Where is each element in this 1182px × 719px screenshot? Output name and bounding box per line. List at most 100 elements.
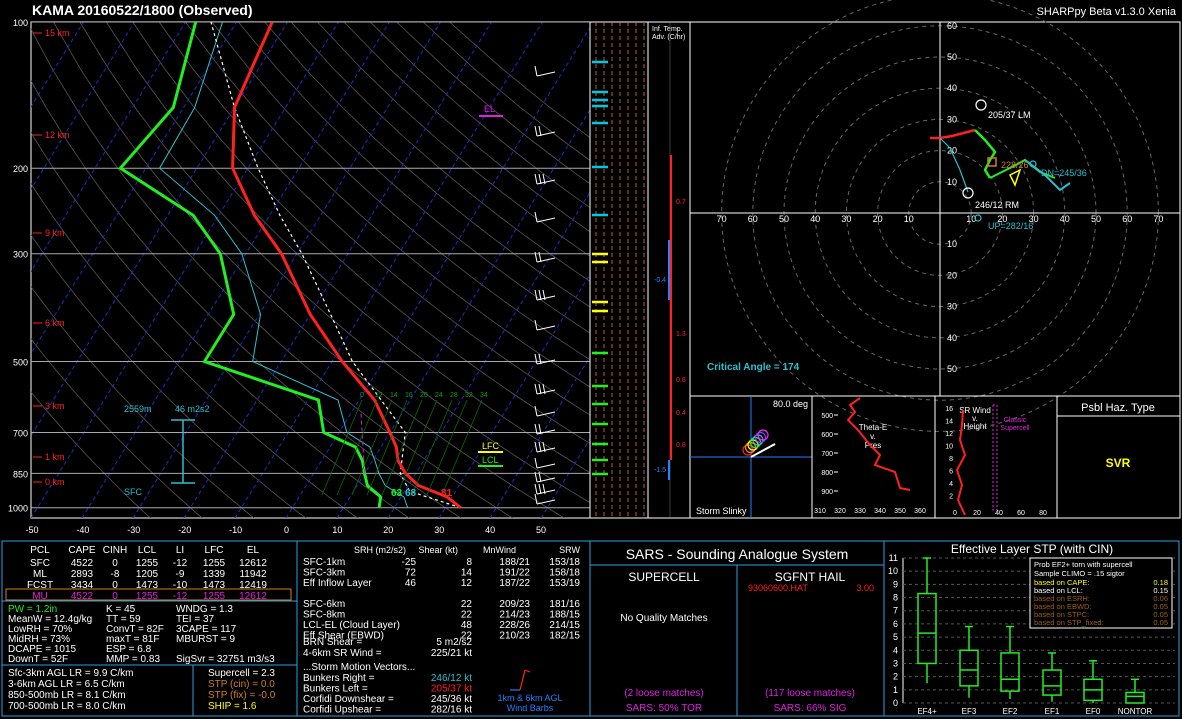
kin-header: SRH (m2/s2) (354, 545, 406, 555)
moist-adiabat (381, 399, 423, 496)
pressure-tick: 850 (13, 469, 28, 479)
hodo-tick: 20 (947, 270, 957, 280)
wind-barb (536, 295, 556, 301)
lm-label: 205/37 LM (988, 110, 1031, 120)
isotherm (31, 22, 237, 355)
hodo-tick: 30 (947, 114, 957, 124)
storm-slinky-panel: 80.0 deg Storm Slinky (689, 395, 813, 519)
adv-value: -0.4 (654, 277, 666, 284)
srwind-htick: 14 (945, 419, 953, 426)
kin-cell: 191/22 (499, 568, 530, 579)
wetbulb-tick: 28 (450, 392, 458, 399)
thetae-xtick: 340 (874, 508, 886, 515)
adv-value: 0.8 (676, 442, 686, 449)
parcel-cell: 11942 (239, 569, 267, 580)
kin-cell: 46 (405, 578, 417, 589)
kin-label: SFC-8km (303, 610, 345, 621)
hodograph-panel[interactable]: 1010101020202020303030304040404050505050… (689, 0, 1181, 432)
hodo-tick: 60 (748, 214, 758, 224)
stp-title: Effective Layer STP (with CIN) (951, 542, 1113, 556)
wetbulb-tick: 32 (465, 392, 473, 399)
sfc-temp-f: 81 (441, 488, 453, 499)
stp-legend-title: Prob EF2+ torn with supercell (1034, 560, 1133, 569)
adv-bar (670, 155, 672, 300)
srwind-htick: 10 (945, 444, 953, 451)
stp-legend-value: 0.05 (1153, 618, 1168, 627)
motion-value: 246/12 kt (431, 673, 472, 684)
stp-ytick: 9 (893, 579, 898, 589)
temp-tick: 30 (434, 525, 444, 535)
inferred-temp-panel: Inf. Temp. Adv. (C/hr) 0.7 -0.4 1.3 0.8 0.4 0… (647, 21, 691, 519)
hazard-value: SVR (1106, 456, 1131, 470)
temp-tick: -50 (25, 525, 38, 535)
stp-category: EF3 (962, 707, 977, 716)
stp-category: EF2 (1003, 707, 1018, 716)
motion-label: Bunkers Right = (303, 673, 375, 684)
temp-tick: 20 (383, 525, 393, 535)
srwind-xtick: 40 (995, 510, 1003, 517)
sars-hail-val: 3.00 (856, 583, 874, 593)
version-label: SHARPpy Beta v1.3.0 Xenia (1037, 6, 1177, 18)
wetbulb-tick: 20 (420, 392, 428, 399)
stp-ytick: 3 (893, 658, 898, 668)
height-label: 9 km (45, 228, 65, 238)
slinky-label: Storm Slinky (696, 506, 747, 516)
isotherm (183, 22, 492, 518)
lcl-label: LCL (482, 455, 499, 465)
kin-cell: 12 (461, 578, 473, 589)
height-label: 12 km (45, 130, 70, 140)
adv-bar (668, 240, 670, 300)
isotherm (540, 438, 590, 518)
slinky-angle: 80.0 deg (773, 399, 808, 409)
skewt-panel[interactable]: 100200300500700850100015 km12 km9 km6 km… (0, 18, 1182, 535)
dry-adiabat (396, 22, 590, 185)
thetae-title: Theta-E (859, 423, 887, 432)
wind-barb (536, 389, 556, 395)
srwind-classic: Classic (1004, 417, 1027, 424)
dry-adiabat (105, 22, 590, 474)
thetae-xtick: 310 (814, 508, 826, 515)
thetae-ptick: 700 (821, 451, 833, 458)
srwind-htick: 6 (949, 469, 953, 476)
barb-1km-flag (524, 669, 531, 673)
hodo-tick: 40 (947, 83, 957, 93)
hodo-tick: 50 (1091, 214, 1101, 224)
adv-bar (670, 300, 672, 350)
srwind-xtick: 20 (973, 510, 981, 517)
stp-ytick: 11 (889, 553, 898, 563)
thetae-xtick: 350 (894, 508, 906, 515)
height-label: 15 km (45, 28, 70, 38)
kin-cell: 8 (466, 557, 472, 568)
srwind-htick: 8 (949, 456, 953, 463)
left-mover-marker (975, 99, 987, 111)
barb-flag (534, 289, 538, 301)
sars-hail-pct: SARS: 66% SIG (774, 703, 847, 714)
wind-barb (536, 71, 556, 77)
lapse-rate: 3-6km AGL LR = 6.5 C/km (8, 679, 125, 690)
parcel-cell: SFC (30, 558, 50, 569)
eff-top-label: 2559m (124, 404, 152, 414)
kin-header: MnWind (483, 545, 516, 555)
bottom-panels: PCL CAPE CINH LCL LI LFC ELSFC 4522 0 1255 -12 1255… (1, 540, 1180, 717)
kin-label: Eff Inflow Layer (303, 578, 372, 589)
wind-barb (536, 489, 556, 495)
sars-hail-id: 93060600.HAT (748, 583, 808, 593)
critical-marker (1008, 168, 1022, 187)
motion-title: ...Storm Motion Vectors... (303, 662, 415, 673)
barb-flag (534, 65, 538, 77)
wetbulb-tick: 12 (375, 392, 383, 399)
sounding-title: KAMA 20160522/1800 (Observed) (32, 2, 253, 18)
parcel-cell: 12612 (239, 558, 267, 569)
pressure-tick: 300 (13, 250, 28, 260)
kin-cell: 214/15 (549, 620, 580, 631)
kin-cell: 22 (461, 610, 473, 621)
hodo-tick: 20 (873, 214, 883, 224)
hodo-tick: 30 (947, 302, 957, 312)
parcel-cell: ML (33, 569, 47, 580)
adv-value: 1.3 (676, 331, 686, 338)
barb-flag (534, 173, 538, 185)
wind-barb (536, 359, 556, 365)
hodo-tick: 50 (947, 364, 957, 374)
thetae-ptick: 900 (821, 489, 833, 496)
stp-box (1125, 691, 1145, 704)
